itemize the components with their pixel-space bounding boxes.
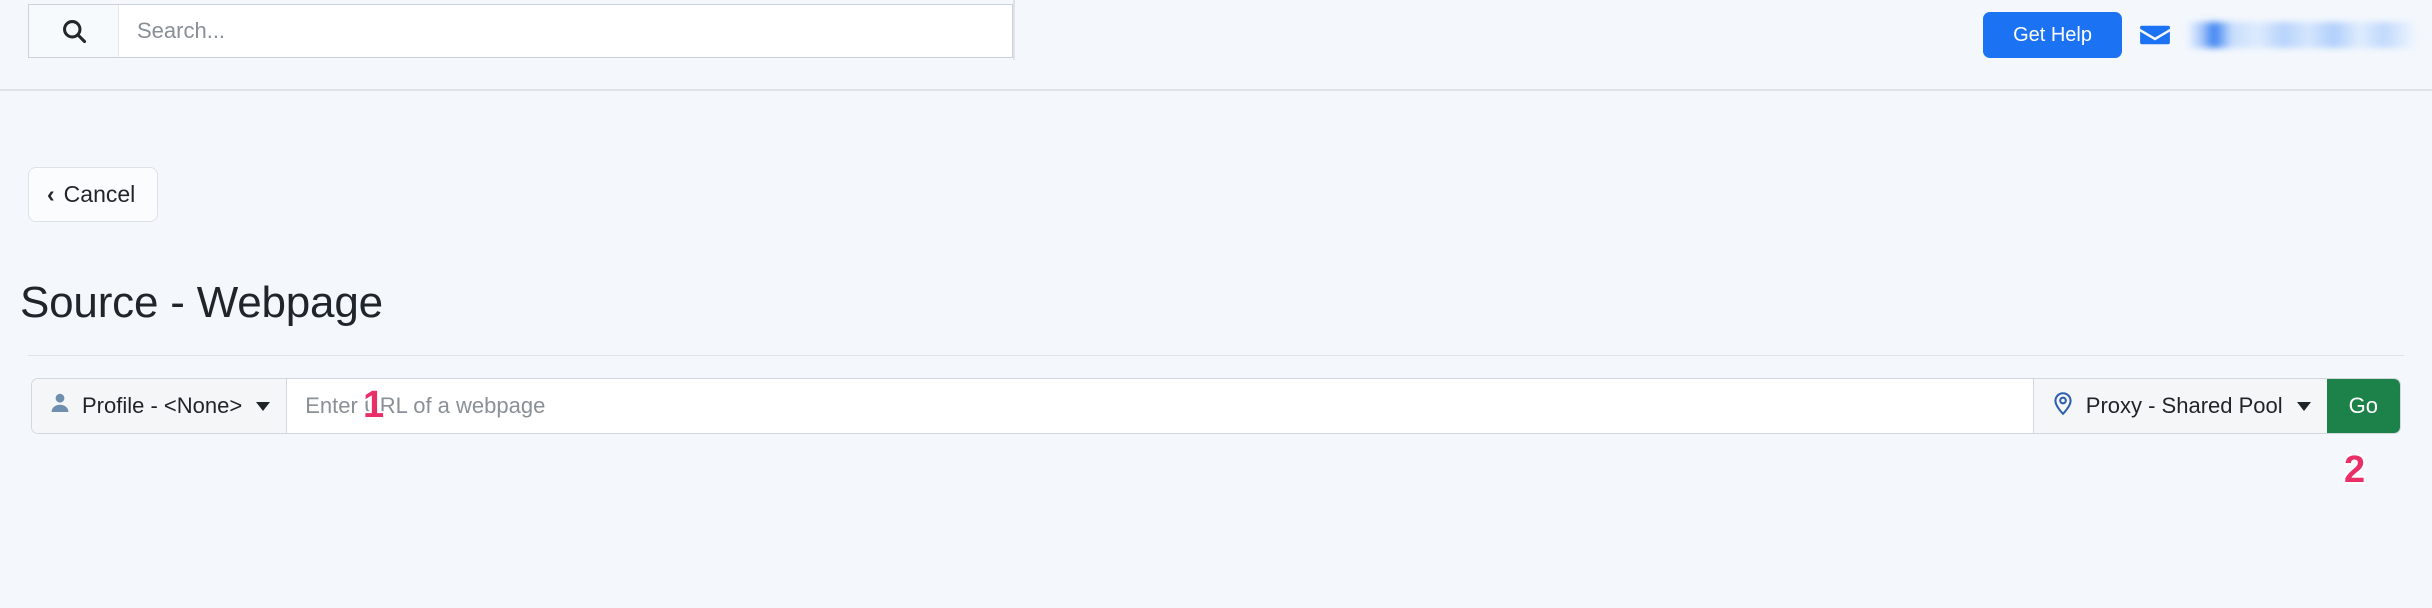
profile-dropdown[interactable]: Profile - <None> [32, 379, 288, 433]
profile-dropdown-label: Profile - <None> [82, 393, 243, 418]
chevron-left-icon: ‹ [47, 181, 55, 207]
get-help-button[interactable]: Get Help [1983, 12, 2122, 58]
url-input[interactable] [287, 379, 2033, 433]
page-title: Source - Webpage [20, 278, 383, 327]
chevron-down-icon [2296, 401, 2311, 411]
map-pin-icon [2050, 390, 2076, 422]
person-icon [48, 391, 72, 421]
chevron-down-icon [256, 401, 271, 411]
header-divider [1013, 0, 1015, 60]
search-icon [29, 5, 119, 57]
top-header-bar: Get Help [0, 0, 2432, 91]
source-webpage-input-group: Profile - <None> Proxy - Shared Pool Go [31, 378, 2401, 434]
envelope-icon[interactable] [2138, 18, 2172, 52]
cancel-button[interactable]: ‹ Cancel [28, 167, 159, 222]
search-input[interactable] [119, 5, 1012, 57]
cancel-button-label: Cancel [63, 181, 136, 207]
account-name-redacted [2188, 22, 2416, 48]
search-box[interactable] [28, 4, 1013, 58]
title-divider [28, 355, 2404, 356]
go-button[interactable]: Go [2326, 379, 2400, 433]
proxy-dropdown-label: Proxy - Shared Pool [2085, 393, 2283, 418]
annotation-marker-1: 1 [361, 384, 386, 426]
annotation-marker-2: 2 [2342, 449, 2367, 491]
header-actions: Get Help [1983, 12, 2416, 58]
proxy-dropdown[interactable]: Proxy - Shared Pool [2032, 379, 2327, 433]
